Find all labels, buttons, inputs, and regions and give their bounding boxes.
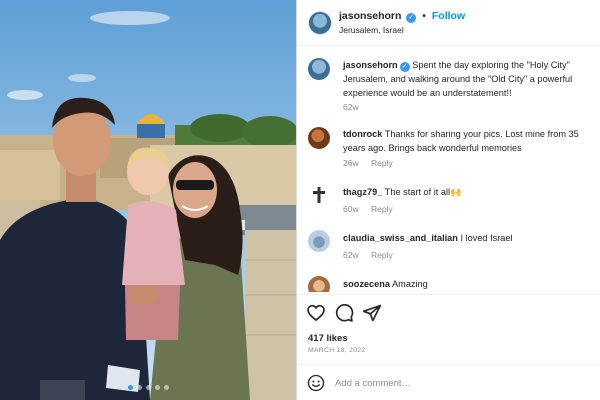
reply-button[interactable]: Reply [371, 250, 393, 260]
comment-text: I loved Israel [460, 233, 513, 243]
avatar[interactable] [308, 58, 330, 80]
emoji-icon[interactable] [307, 374, 325, 392]
location-link[interactable]: Jerusalem, Israel [339, 25, 404, 35]
carousel-dot[interactable] [145, 385, 151, 390]
reply-button[interactable]: Reply [371, 204, 393, 214]
heart-icon[interactable] [306, 303, 326, 323]
carousel-dots [0, 385, 296, 390]
avatar[interactable] [308, 11, 332, 35]
comment-meta: 60w Reply [343, 204, 393, 214]
comment-body: soozecena Amazing [343, 277, 595, 291]
avatar[interactable] [308, 184, 330, 206]
post-date[interactable]: MARCH 18, 2022 [308, 347, 365, 354]
post-header: jasonsehorn ✓ • Follow Jerusalem, Israel [297, 0, 600, 46]
photo-illustration [0, 0, 296, 400]
username-link[interactable]: thagz79_ [343, 187, 382, 197]
comment-body: tdonrock Thanks for sharing your pics. L… [343, 127, 595, 155]
timestamp[interactable]: 60w [343, 204, 359, 214]
avatar[interactable] [308, 230, 330, 252]
carousel-dot[interactable] [163, 385, 169, 390]
reply-button[interactable]: Reply [371, 158, 393, 168]
comment-body: claudia_swiss_and_italian I loved Israel [343, 231, 595, 245]
add-comment-input[interactable] [335, 373, 585, 393]
timestamp[interactable]: 62w [343, 250, 359, 260]
timestamp[interactable]: 62w [343, 102, 359, 112]
add-comment-bar [297, 364, 600, 400]
post-actions: 417 likes MARCH 18, 2022 [297, 294, 600, 364]
post-side-panel: jasonsehorn ✓ • Follow Jerusalem, Israel… [296, 0, 600, 400]
username-link[interactable]: soozecena [343, 279, 390, 289]
carousel-dot[interactable] [154, 385, 160, 390]
username-link[interactable]: jasonsehorn [339, 10, 401, 22]
comment-body: thagz79_ The start of it all🙌 [343, 185, 595, 199]
username-link[interactable]: claudia_swiss_and_italian [343, 233, 458, 243]
follow-button[interactable]: Follow [432, 10, 465, 22]
likes-count[interactable]: 417 likes [308, 333, 348, 344]
verified-badge-icon: ✓ [406, 13, 417, 23]
avatar[interactable] [308, 127, 330, 149]
comment-icon[interactable] [334, 303, 354, 323]
comment-meta: 62w Reply [343, 250, 393, 260]
share-icon[interactable] [362, 303, 382, 323]
username-link[interactable]: jasonsehorn [343, 60, 398, 70]
comment-text: The start of it all🙌 [384, 187, 462, 197]
separator-dot: • [422, 10, 426, 22]
verified-badge-icon: ✓ [399, 62, 410, 72]
avatar[interactable] [308, 276, 330, 292]
post-photo[interactable] [0, 0, 296, 400]
comments-list[interactable]: jasonsehorn ✓ Spent the day exploring the… [297, 52, 600, 292]
carousel-dot[interactable] [127, 385, 133, 390]
username-link[interactable]: tdonrock [343, 129, 382, 139]
comment-text: Amazing [392, 279, 428, 289]
post-modal: jasonsehorn ✓ • Follow Jerusalem, Israel… [0, 0, 600, 400]
caption-body: jasonsehorn ✓ Spent the day exploring the… [343, 58, 595, 100]
comment-meta: 26w Reply [343, 158, 393, 168]
comment-meta: 62w [343, 102, 359, 112]
header-user-line: jasonsehorn ✓ • Follow [339, 10, 465, 23]
timestamp[interactable]: 26w [343, 158, 359, 168]
cross-avatar-icon [313, 187, 325, 203]
carousel-dot[interactable] [136, 385, 142, 390]
